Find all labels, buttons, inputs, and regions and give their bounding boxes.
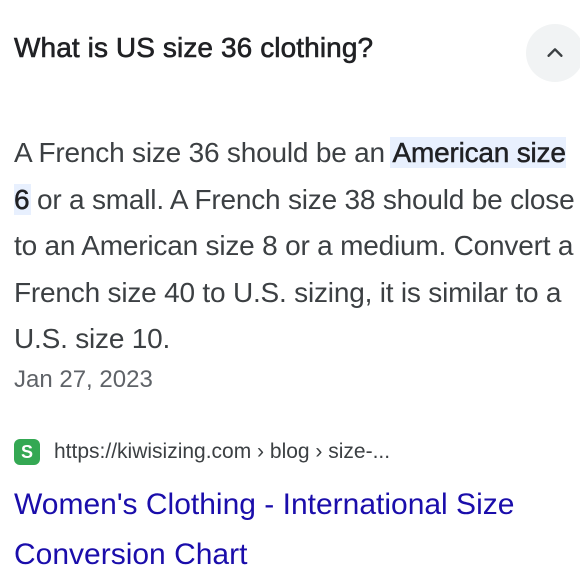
question-title: What is US size 36 clothing? <box>14 32 374 64</box>
chevron-up-icon <box>547 48 563 57</box>
favicon-letter: S <box>20 442 33 462</box>
collapse-button[interactable] <box>526 24 580 82</box>
answer-date: Jan 27, 2023 <box>14 366 153 393</box>
site-favicon-icon: S <box>14 439 40 465</box>
answer-text-before: A French size 36 should be an <box>14 137 393 168</box>
source-row[interactable]: S https://kiwisizing.com › blog › size-.… <box>14 438 390 466</box>
answer-text-after: or a small. A French size 38 should be c… <box>14 183 575 355</box>
question-header[interactable]: What is US size 36 clothing? <box>14 24 580 82</box>
answer-snippet: A French size 36 should be an American s… <box>14 130 580 363</box>
result-title-link[interactable]: Women's Clothing - International Size Co… <box>14 480 574 580</box>
source-url[interactable]: https://kiwisizing.com › blog › size-... <box>54 440 390 464</box>
